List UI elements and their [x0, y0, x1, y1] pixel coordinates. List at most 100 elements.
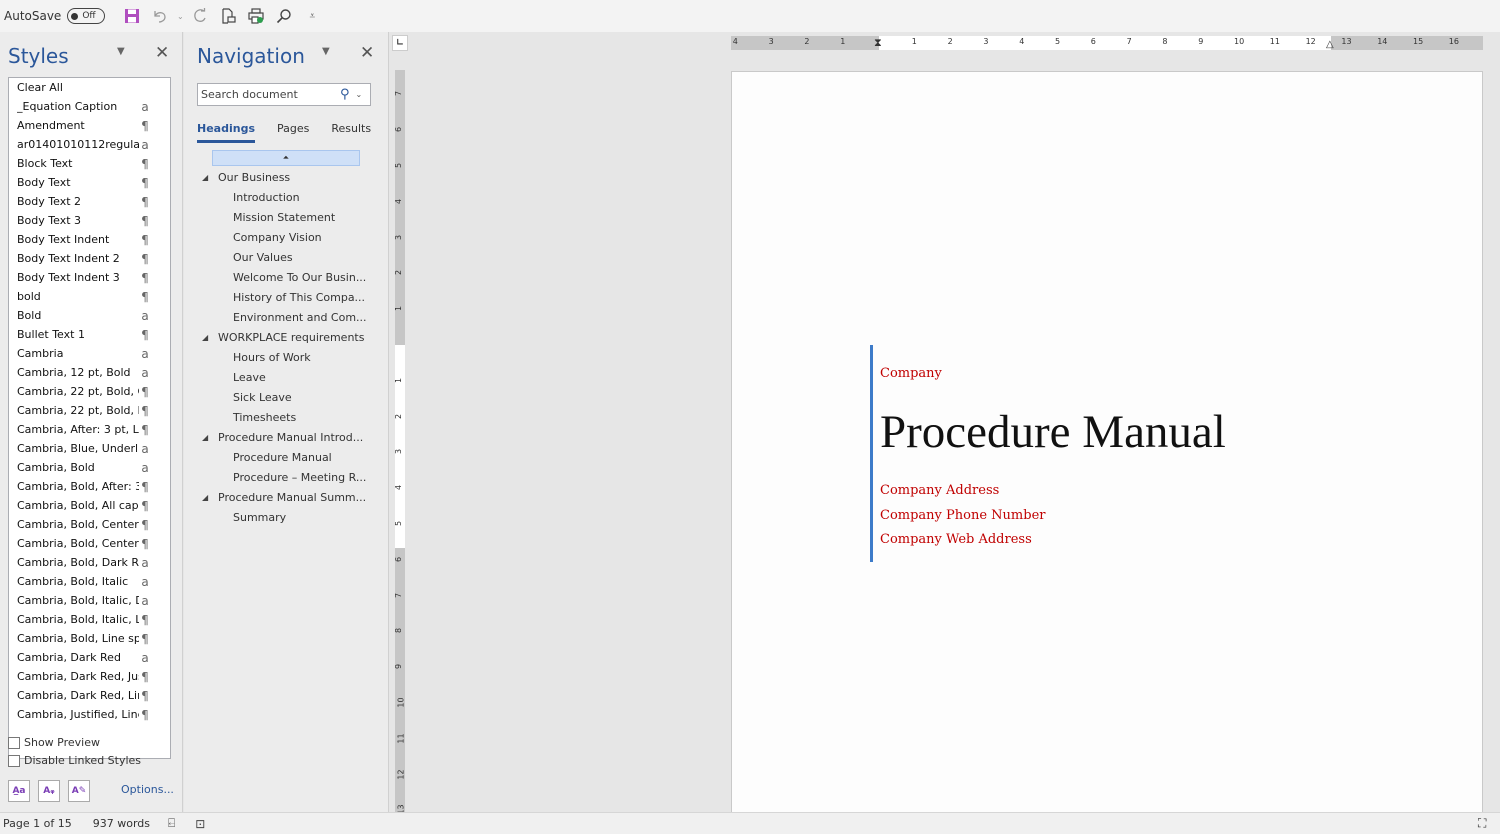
- tab-results[interactable]: Results: [331, 122, 371, 143]
- style-item[interactable]: Body Text Indent ¶: [9, 230, 170, 249]
- heading-item[interactable]: History of This Compa...: [184, 287, 389, 307]
- tab-pages[interactable]: Pages: [277, 122, 309, 143]
- heading-item[interactable]: Environment and Com...: [184, 307, 389, 327]
- undo-button[interactable]: [147, 4, 173, 28]
- vertical-ruler[interactable]: 7 6 5 4 3 2 1 1 2 3 4 5 6 7 8 9 10 11 12 13: [394, 70, 406, 815]
- tab-selector-button[interactable]: ∟: [392, 35, 408, 51]
- chevron-down-icon[interactable]: ⌄: [356, 90, 363, 99]
- style-item[interactable]: Cambria, Bold a: [9, 458, 170, 477]
- customize-toolbar-icon[interactable]: ⩡: [299, 4, 325, 28]
- style-item[interactable]: Cambria, Bold, All caps, L¶: [9, 496, 170, 515]
- heading-item[interactable]: ◢ Procedure Manual Introd...: [184, 427, 389, 447]
- pane-options-dropdown-icon[interactable]: ▼: [322, 46, 330, 57]
- style-item[interactable]: Cambria, Bold, Italic, Line¶: [9, 610, 170, 629]
- manage-styles-button[interactable]: A✎: [68, 780, 90, 802]
- word-count[interactable]: 937 words: [93, 817, 150, 830]
- close-icon[interactable]: ✕: [360, 43, 374, 63]
- collapse-all-button[interactable]: ⏶: [212, 150, 360, 166]
- disable-linked-styles-checkbox[interactable]: Disable Linked Styles: [8, 754, 141, 767]
- style-item[interactable]: Bullet Text 1 ¶: [9, 325, 170, 344]
- heading-item[interactable]: ◢ WORKPLACE requirements: [184, 327, 389, 347]
- style-item[interactable]: Cambria, Dark Red, Justi ¶: [9, 667, 170, 686]
- style-item[interactable]: Cambria, After: 3 pt, Line¶: [9, 420, 170, 439]
- style-item[interactable]: Body Text 3 ¶: [9, 211, 170, 230]
- style-item[interactable]: Cambria, Blue, Underlinea: [9, 439, 170, 458]
- style-item[interactable]: Cambria, 12 pt, Bold a: [9, 363, 170, 382]
- macro-recording-icon[interactable]: ⊡: [195, 817, 205, 831]
- style-item[interactable]: Cambria, Bold, Italic a: [9, 572, 170, 591]
- page-count[interactable]: Page 1 of 15: [3, 817, 72, 830]
- style-item[interactable]: bold ¶: [9, 287, 170, 306]
- indent-marker-icon[interactable]: ⧗: [874, 36, 882, 50]
- style-item[interactable]: ar01401010112regular1 a: [9, 135, 170, 154]
- collapse-triangle-icon[interactable]: ◢: [202, 173, 218, 182]
- close-icon[interactable]: ✕: [155, 43, 169, 63]
- proofing-icon[interactable]: ⍇: [168, 816, 175, 831]
- heading-item[interactable]: Mission Statement: [184, 207, 389, 227]
- style-item[interactable]: Cambria, Bold, After: 3 pt¶: [9, 477, 170, 496]
- heading-item[interactable]: Hours of Work: [184, 347, 389, 367]
- style-item[interactable]: Cambria, Bold, Line spac¶: [9, 629, 170, 648]
- search-icon[interactable]: ⚲: [340, 87, 350, 102]
- heading-item[interactable]: Sick Leave: [184, 387, 389, 407]
- heading-item[interactable]: Introduction: [184, 187, 389, 207]
- company-address[interactable]: Company Address: [880, 483, 999, 498]
- style-item[interactable]: _Equation Caption a: [9, 97, 170, 116]
- style-inspector-button[interactable]: Aᵩ: [38, 780, 60, 802]
- style-item[interactable]: Cambria, 22 pt, Bold, Cen¶: [9, 382, 170, 401]
- options-link[interactable]: Options...: [121, 783, 174, 796]
- style-item[interactable]: Cambria a: [9, 344, 170, 363]
- styles-list[interactable]: Clear All _Equation Caption a Amendment ¶ ar0…: [8, 77, 171, 759]
- focus-mode-icon[interactable]: ⛶: [1478, 816, 1486, 831]
- checkbox-box[interactable]: [8, 736, 20, 749]
- style-item[interactable]: Body Text Indent 3 ¶: [9, 268, 170, 287]
- heading-item[interactable]: Leave: [184, 367, 389, 387]
- right-indent-marker-icon[interactable]: △: [1326, 39, 1334, 50]
- pane-options-dropdown-icon[interactable]: ▼: [117, 46, 125, 57]
- company-phone[interactable]: Company Phone Number: [880, 508, 1045, 523]
- style-item[interactable]: Cambria, Dark Red, Line ¶: [9, 686, 170, 705]
- style-item[interactable]: Cambria, Dark Red a: [9, 648, 170, 667]
- style-item[interactable]: Block Text ¶: [9, 154, 170, 173]
- company-web-address[interactable]: Company Web Address: [880, 532, 1032, 547]
- style-item[interactable]: Bold a: [9, 306, 170, 325]
- heading-item[interactable]: Timesheets: [184, 407, 389, 427]
- quick-print-button[interactable]: [243, 4, 269, 28]
- heading-item[interactable]: ◢ Our Business: [184, 167, 389, 187]
- heading-item[interactable]: Procedure Manual: [184, 447, 389, 467]
- style-item[interactable]: Cambria, Bold, Dark Red a: [9, 553, 170, 572]
- style-item[interactable]: Cambria, 22 pt, Bold, Line¶: [9, 401, 170, 420]
- heading-item[interactable]: Welcome To Our Busin...: [184, 267, 389, 287]
- collapse-triangle-icon[interactable]: ◢: [202, 333, 218, 342]
- style-item[interactable]: Cambria, Bold, Italic, Darka: [9, 591, 170, 610]
- heading-item[interactable]: ◢ Procedure Manual Summ...: [184, 487, 389, 507]
- heading-item[interactable]: Our Values: [184, 247, 389, 267]
- find-button[interactable]: [271, 4, 297, 28]
- style-item[interactable]: Clear All: [9, 78, 170, 97]
- show-preview-checkbox[interactable]: Show Preview: [8, 736, 100, 749]
- style-item[interactable]: Amendment ¶: [9, 116, 170, 135]
- new-style-button[interactable]: A̲a: [8, 780, 30, 802]
- checkbox-box[interactable]: [8, 754, 20, 767]
- redo-button[interactable]: [187, 4, 213, 28]
- save-button[interactable]: [119, 4, 145, 28]
- heading-item[interactable]: Company Vision: [184, 227, 389, 247]
- style-item[interactable]: Cambria, Bold, Centered ¶: [9, 515, 170, 534]
- collapse-triangle-icon[interactable]: ◢: [202, 493, 218, 502]
- heading-item[interactable]: Procedure – Meeting R...: [184, 467, 389, 487]
- company-name[interactable]: Company: [880, 366, 942, 381]
- horizontal-ruler[interactable]: 4 3 2 1 1 2 3 4 5 6 7 8 9 10 11 12 13 14 15 16 ⧗ △: [731, 36, 1483, 50]
- style-item[interactable]: Cambria, Justified, Line s¶: [9, 705, 170, 724]
- style-item[interactable]: Body Text ¶: [9, 173, 170, 192]
- tab-headings[interactable]: Headings: [197, 122, 255, 143]
- style-item[interactable]: Cambria, Bold, Centered ¶: [9, 534, 170, 553]
- style-item[interactable]: Body Text Indent 2 ¶: [9, 249, 170, 268]
- autosave-toggle[interactable]: Off: [67, 8, 106, 24]
- document-title[interactable]: Procedure Manual: [880, 405, 1226, 459]
- heading-item[interactable]: Summary: [184, 507, 389, 527]
- style-item[interactable]: Body Text 2 ¶: [9, 192, 170, 211]
- print-preview-button[interactable]: [215, 4, 241, 28]
- collapse-triangle-icon[interactable]: ◢: [202, 433, 218, 442]
- search-input[interactable]: [198, 88, 336, 101]
- undo-dropdown-icon[interactable]: ⌄: [175, 4, 185, 28]
